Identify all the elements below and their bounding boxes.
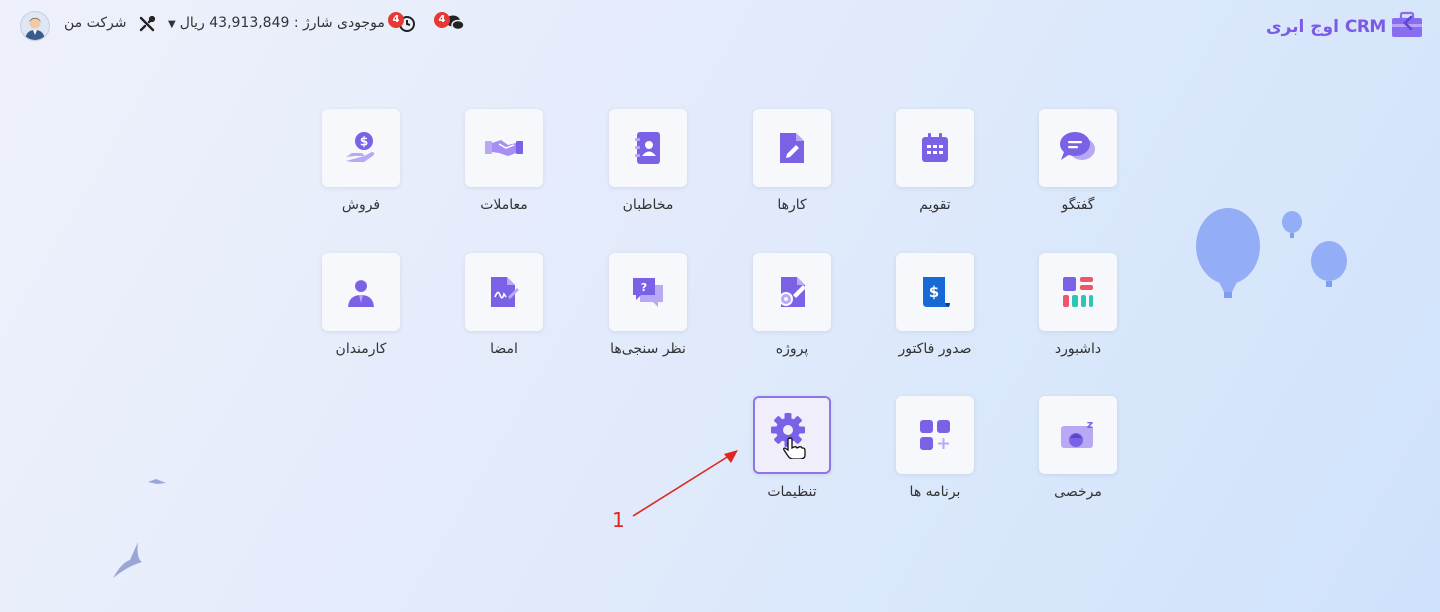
signature-icon [465, 253, 543, 331]
app-employees[interactable]: کارمندان [301, 253, 421, 357]
app-surveys[interactable]: ? نظر سنجی‌ها [588, 253, 708, 357]
credit-text: موجودی شارژ : 43,913,849 ریال [179, 15, 385, 31]
app-signature[interactable]: امضا [444, 253, 564, 357]
app-label: تنظیمات [767, 484, 817, 500]
calendar-icon [896, 109, 974, 187]
annotation-number: 1 [612, 508, 625, 532]
app-sales[interactable]: $ فروش [301, 109, 421, 213]
tools-icon[interactable] [138, 15, 156, 38]
app-programs[interactable]: برنامه ها [875, 396, 995, 500]
app-label: مرخصی [1054, 484, 1102, 500]
apps-grid-icon [896, 396, 974, 474]
history-badge: 4 [388, 12, 404, 28]
balloons-decoration [1196, 208, 1347, 298]
app-project[interactable]: پروژه [732, 253, 852, 357]
app-dashboard[interactable]: داشبورد [1018, 253, 1138, 357]
handshake-icon [465, 109, 543, 187]
app-label: کارها [777, 197, 807, 213]
user-avatar[interactable] [20, 11, 50, 41]
app-label: کارمندان [335, 341, 387, 357]
app-label: مخاطبان [622, 197, 674, 213]
app-label: برنامه ها [909, 484, 961, 500]
settings-gear-icon [753, 396, 831, 474]
app-label: فروش [341, 197, 381, 213]
logo-text: اوج ابری CRM [1266, 17, 1386, 37]
app-invoice[interactable]: $ صدور فاکتور [875, 253, 995, 357]
chat-icon [1039, 109, 1117, 187]
survey-icon: ? [609, 253, 687, 331]
sales-money-icon: $ [322, 109, 400, 187]
dashboard-icon [1039, 253, 1117, 331]
app-deals[interactable]: معاملات [444, 109, 564, 213]
leave-icon: z [1039, 396, 1117, 474]
birds-decoration [113, 479, 166, 578]
app-contacts[interactable]: مخاطبان [588, 109, 708, 213]
app-label: پروژه [775, 341, 809, 357]
app-label: نظر سنجی‌ها [610, 341, 686, 357]
logo[interactable]: اوج ابری CRM [1266, 11, 1424, 42]
app-label: صدور فاکتور [898, 341, 972, 357]
app-chat[interactable]: گفتگو [1018, 109, 1138, 213]
app-label: داشبورد [1054, 341, 1102, 357]
annotation-arrow [632, 450, 738, 517]
credit-balance-dropdown[interactable]: ▼ موجودی شارژ : 43,913,849 ریال [168, 15, 385, 31]
app-label: امضا [490, 341, 518, 357]
task-icon [753, 109, 831, 187]
app-settings[interactable]: تنظیمات [732, 396, 852, 500]
app-leave[interactable]: z مرخصی [1018, 396, 1138, 500]
caret-down-icon: ▼ [168, 19, 176, 30]
back-chevron-icon[interactable] [1402, 14, 1414, 37]
project-icon [753, 253, 831, 331]
svg-text:?: ? [641, 281, 647, 294]
employee-icon [322, 253, 400, 331]
contacts-book-icon [609, 109, 687, 187]
app-calendar[interactable]: تقویم [875, 109, 995, 213]
app-label: گفتگو [1061, 197, 1095, 213]
app-label: تقویم [919, 197, 951, 213]
svg-text:$: $ [360, 135, 368, 149]
invoice-icon: $ [896, 253, 974, 331]
app-tasks[interactable]: کارها [732, 109, 852, 213]
app-label: معاملات [480, 197, 528, 213]
company-name[interactable]: شرکت من [64, 15, 126, 31]
svg-text:$: $ [929, 283, 939, 301]
top-bar: شرکت من ▼ موجودی شارژ : 43,913,849 ریال 4… [0, 0, 1440, 52]
svg-text:z: z [1087, 418, 1093, 431]
chat-badge: 4 [434, 12, 450, 28]
